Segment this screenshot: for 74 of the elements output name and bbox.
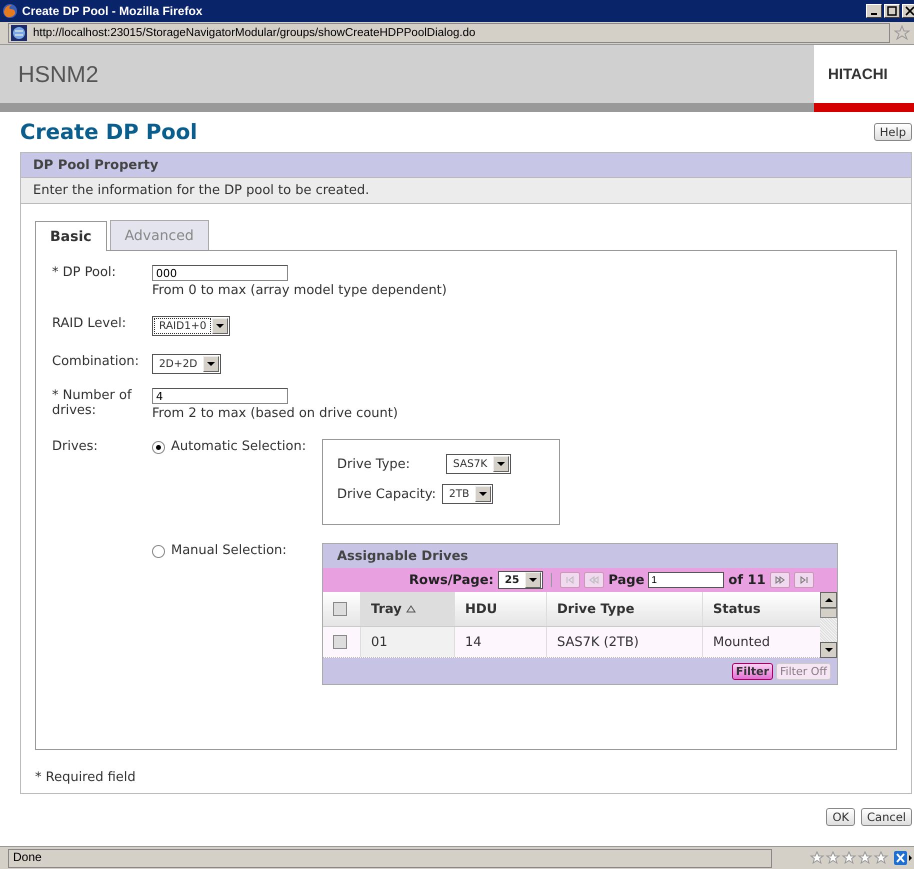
scroll-up-icon xyxy=(824,598,832,602)
maximize-button[interactable] xyxy=(884,4,900,18)
field-label: RAID Level: xyxy=(52,316,128,333)
section-title: DP Pool Property xyxy=(33,158,158,172)
dropdown[interactable]: 25 xyxy=(498,571,544,589)
scroll-down-icon xyxy=(824,648,832,652)
scrollbar[interactable] xyxy=(820,592,837,658)
pager-label: Rows/Page: xyxy=(409,572,494,588)
hint-text: From 0 to max (array model type dependent) xyxy=(152,283,447,298)
input-field[interactable]: 000 xyxy=(152,265,288,281)
rating-stars-icon xyxy=(810,851,890,865)
field-label: Drives: xyxy=(52,439,99,456)
table-cell-text: Mounted xyxy=(712,634,771,652)
close-button[interactable] xyxy=(902,4,914,18)
field-label: Drive Capacity: xyxy=(337,486,436,502)
address-field[interactable]: http://localhost:23015/StorageNavigatorModular/groups/showCreateHDPPoolDialog.do xyxy=(8,23,890,43)
scrollbar-thumb[interactable] xyxy=(820,608,837,618)
url-text: http://localhost:23015/StorageNavigatorModular/groups/showCreateHDPPoolDialog.do xyxy=(33,27,476,39)
close-icon xyxy=(905,6,914,16)
star-icon[interactable] xyxy=(894,25,910,41)
field-label: * DP Pool: xyxy=(52,265,117,282)
radio-button[interactable] xyxy=(152,545,165,558)
window-title: Create DP Pool - Mozilla Firefox xyxy=(22,4,204,18)
row-checkbox[interactable] xyxy=(333,635,347,649)
table-cell: 01 xyxy=(361,627,455,657)
hint-text: From 2 to max (based on drive count) xyxy=(152,406,398,421)
previous-page-icon xyxy=(589,575,600,585)
first-page-button[interactable] xyxy=(560,572,580,588)
table-cell: SAS7K (2TB) xyxy=(547,627,703,657)
field-label: * Number of drives: xyxy=(52,388,133,420)
dropdown[interactable]: SAS7K xyxy=(446,454,512,474)
minimize-button[interactable] xyxy=(866,4,882,18)
firefox-icon xyxy=(2,3,18,19)
required-note: * Required field xyxy=(34,769,137,785)
dropdown[interactable]: 2D+2D xyxy=(152,354,222,374)
input-field[interactable]: 4 xyxy=(152,388,288,404)
globe-icon xyxy=(11,25,27,41)
column-header[interactable]: Tray xyxy=(361,592,455,626)
page-field[interactable]: 1 xyxy=(648,572,724,588)
addon-icon[interactable] xyxy=(894,851,912,865)
previous-page-button[interactable] xyxy=(584,572,604,588)
pager-label: Page xyxy=(608,572,644,588)
sort-ascending-icon xyxy=(406,605,416,613)
column-header[interactable]: Drive Type xyxy=(547,592,703,626)
filter-button[interactable]: Filter xyxy=(732,662,774,680)
radio-option[interactable]: Automatic Selection: xyxy=(152,439,322,457)
column-header[interactable]: Status xyxy=(703,592,817,626)
field-label: Drive Type: xyxy=(337,456,410,472)
minimize-icon xyxy=(871,13,877,15)
help-button[interactable]: Help xyxy=(874,123,912,141)
dropdown[interactable]: RAID1+0 xyxy=(152,316,230,336)
last-page-button[interactable] xyxy=(794,572,814,588)
next-page-icon xyxy=(774,575,785,585)
radio-option[interactable]: Manual Selection: xyxy=(152,543,322,561)
select-all-checkbox[interactable] xyxy=(333,602,347,616)
cancel-button[interactable]: Cancel xyxy=(861,808,912,826)
table-cell: 14 xyxy=(455,627,547,657)
dropdown[interactable]: 2TB xyxy=(442,484,494,504)
first-page-icon xyxy=(565,575,576,585)
ok-button[interactable]: OK xyxy=(826,808,856,826)
last-page-icon xyxy=(798,575,809,585)
field-label: Combination: xyxy=(52,354,140,371)
tab[interactable]: Basic xyxy=(35,221,107,251)
page-title: Create DP Pool xyxy=(20,120,198,144)
status-text: Done xyxy=(8,848,772,868)
column-header[interactable]: HDU xyxy=(455,592,547,626)
radio-button[interactable] xyxy=(152,441,165,454)
table-title: Assignable Drives xyxy=(337,548,468,564)
product-name: HSNM2 xyxy=(18,60,99,88)
section-description: Enter the information for the DP pool to be created. xyxy=(21,177,911,204)
maximize-icon xyxy=(887,6,897,16)
page-total: of 11 xyxy=(728,572,766,588)
next-page-button[interactable] xyxy=(770,572,790,588)
brand-logo: HITACHI xyxy=(814,45,914,103)
